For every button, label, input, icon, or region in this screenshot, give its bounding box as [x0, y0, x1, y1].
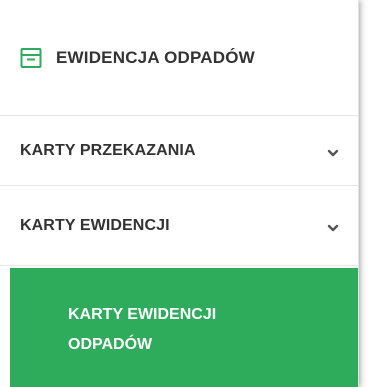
- chevron-down-icon[interactable]: [327, 145, 339, 156]
- submenu-item-karty-ewidencji-odpadow[interactable]: KARTY EWIDENCJI ODPADÓW: [10, 268, 358, 387]
- submenu-item-label: KARTY EWIDENCJI ODPADÓW: [68, 306, 217, 353]
- menu-item-label: KARTY PRZEKAZANIA: [20, 141, 196, 159]
- menu-item-label: KARTY EWIDENCJI: [20, 216, 170, 234]
- menu-item-karty-ewidencji[interactable]: KARTY EWIDENCJI: [0, 186, 358, 266]
- menu-item-karty-przekazania[interactable]: KARTY PRZEKAZANIA: [0, 116, 358, 186]
- sidebar-menu: EWIDENCJA ODPADÓW KARTY PRZEKAZANIA KART…: [0, 0, 359, 387]
- section-header[interactable]: EWIDENCJA ODPADÓW: [0, 0, 358, 116]
- chevron-down-icon[interactable]: [327, 220, 339, 231]
- archive-box-icon: [20, 47, 42, 69]
- section-title: EWIDENCJA ODPADÓW: [56, 47, 255, 67]
